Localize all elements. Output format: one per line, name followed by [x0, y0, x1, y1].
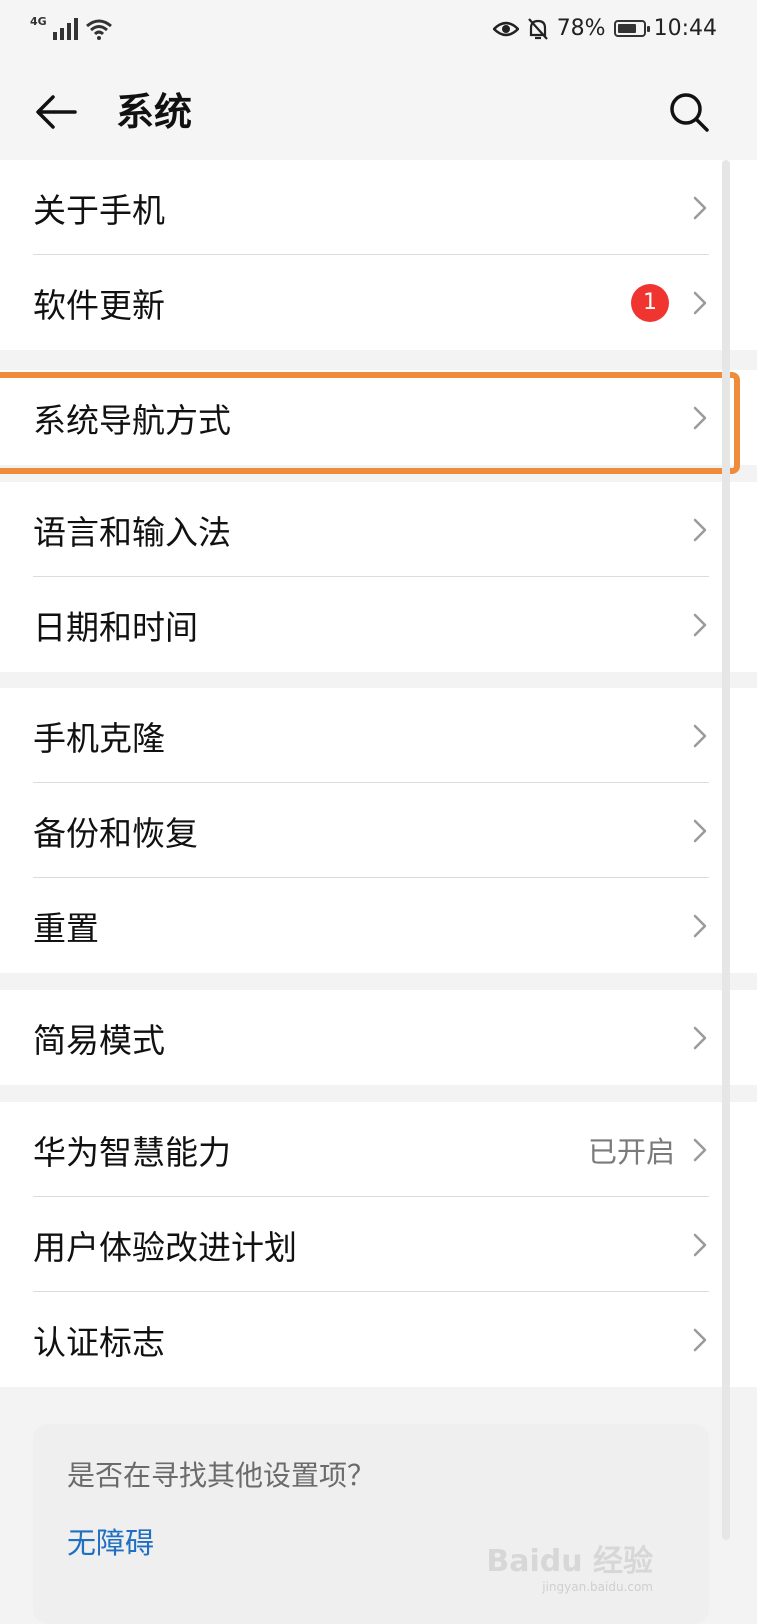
status-bar: 4G 78% 10:44 — [0, 0, 757, 64]
settings-item[interactable]: 手机克隆 — [0, 688, 757, 783]
settings-item[interactable]: 关于手机 — [0, 160, 757, 255]
search-icon — [670, 93, 709, 132]
back-button[interactable] — [30, 86, 82, 138]
wifi-icon — [85, 19, 112, 40]
settings-item-label: 简易模式 — [33, 1020, 165, 1060]
settings-item-label: 软件更新 — [33, 285, 165, 325]
settings-item-label: 关于手机 — [33, 190, 165, 230]
chevron-right-icon — [693, 196, 707, 219]
eye-comfort-icon — [492, 21, 519, 36]
settings-item-label: 用户体验改进计划 — [33, 1227, 297, 1267]
settings-item[interactable]: 语言和输入法 — [0, 482, 757, 577]
battery-level — [617, 24, 637, 33]
chevron-right-icon — [693, 914, 707, 937]
settings-item[interactable]: 认证标志 — [0, 1292, 757, 1387]
network-type: 4G — [30, 15, 47, 28]
chevron-right-icon — [693, 1233, 707, 1256]
chevron-right-icon — [693, 1138, 707, 1161]
chevron-right-icon — [693, 1328, 707, 1351]
watermark: Baidu 经验 jingyan.baidu.com — [486, 1536, 653, 1594]
scrollbar[interactable] — [722, 160, 730, 1540]
settings-item[interactable]: 用户体验改进计划 — [0, 1197, 757, 1292]
clock: 10:44 — [653, 16, 717, 41]
back-arrow-icon — [36, 95, 77, 129]
settings-group: 华为智慧能力 已开启用户体验改进计划 认证标志 — [0, 1102, 757, 1387]
notifications-muted-icon — [527, 17, 548, 40]
watermark-url: jingyan.baidu.com — [542, 1580, 653, 1594]
signal-area: 4G — [30, 15, 113, 40]
battery-icon — [613, 20, 650, 37]
cellular-signal-icon — [52, 18, 78, 40]
settings-group: 手机克隆备份和恢复重置 — [0, 688, 757, 973]
suggestion-card: 是否在寻找其他设置项？ 无障碍 Baidu 经验 jingyan.baidu.c… — [33, 1424, 709, 1624]
chevron-right-icon — [693, 518, 707, 541]
search-button[interactable] — [663, 86, 715, 138]
settings-item-label: 日期和时间 — [33, 607, 198, 647]
settings-item-label: 华为智慧能力 — [33, 1132, 231, 1172]
chevron-right-icon — [693, 613, 707, 636]
settings-item[interactable]: 华为智慧能力 已开启 — [0, 1102, 757, 1197]
settings-group: 语言和输入法 日期和时间 — [0, 482, 757, 672]
settings-group: 简易模式 — [0, 990, 757, 1085]
chevron-right-icon — [693, 1026, 707, 1049]
accessibility-link[interactable]: 无障碍 — [67, 1520, 154, 1562]
update-count-badge: 1 — [631, 283, 669, 322]
settings-item-value: 已开启 — [587, 1134, 675, 1169]
settings-item[interactable]: 软件更新 1 — [0, 255, 757, 350]
battery-percent: 78% — [556, 16, 606, 41]
settings-item[interactable]: 备份和恢复 — [0, 783, 757, 878]
watermark-text: Baidu 经验 — [486, 1544, 653, 1579]
page-title: 系统 — [116, 90, 193, 134]
settings-item-label: 认证标志 — [33, 1322, 165, 1362]
suggestion-question: 是否在寻找其他设置项？ — [67, 1459, 376, 1492]
settings-item-label: 备份和恢复 — [33, 813, 198, 853]
settings-group: 关于手机软件更新 1 — [0, 160, 757, 350]
chevron-right-icon — [693, 819, 707, 842]
app-bar: 系统 — [0, 64, 757, 160]
settings-item-label: 重置 — [33, 908, 99, 948]
status-icons: 78% 10:44 — [492, 16, 717, 41]
settings-item[interactable]: 简易模式 — [0, 990, 757, 1085]
settings-item-label: 语言和输入法 — [33, 512, 231, 552]
settings-item[interactable]: 日期和时间 — [0, 577, 757, 672]
settings-item-label: 手机克隆 — [33, 718, 165, 758]
chevron-right-icon — [693, 291, 707, 314]
highlight-annotation — [0, 372, 740, 474]
chevron-right-icon — [693, 724, 707, 747]
settings-item[interactable]: 重置 — [0, 878, 757, 973]
